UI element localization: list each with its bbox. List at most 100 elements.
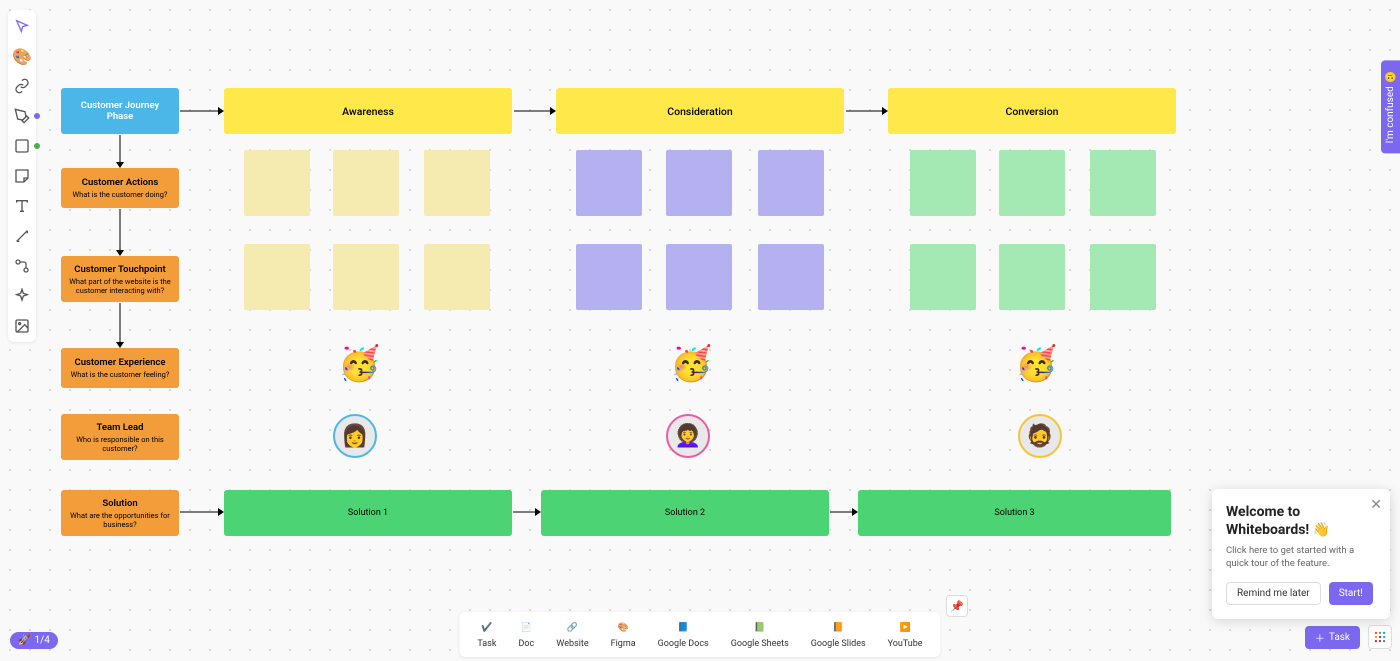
row-touchpoint-box[interactable]: Customer Touchpoint What part of the web… (61, 256, 179, 302)
row-experience-title: Customer Experience (75, 357, 166, 368)
row-experience-sub: What is the customer feeling? (71, 370, 170, 379)
doc-icon: 📄 (518, 620, 534, 636)
row-teamlead-sub: Who is responsible on this customer? (67, 435, 173, 453)
connector-tool[interactable] (12, 226, 32, 246)
apps-grid-button[interactable] (1368, 625, 1392, 649)
row-actions-title: Customer Actions (82, 177, 159, 188)
note[interactable] (910, 150, 976, 216)
arrow-down-icon (114, 135, 126, 168)
arrow-right-icon (180, 506, 224, 518)
close-icon[interactable]: ✕ (1370, 497, 1382, 513)
note[interactable] (666, 244, 732, 310)
note[interactable] (666, 150, 732, 216)
row-touchpoint-title: Customer Touchpoint (74, 264, 166, 275)
create-task-button[interactable]: ＋ Task (1305, 626, 1360, 649)
note[interactable] (576, 150, 642, 216)
note[interactable] (333, 244, 399, 310)
emoji-consideration[interactable]: 🥳 (670, 344, 712, 384)
note[interactable] (1090, 244, 1156, 310)
phase-awareness-box[interactable]: Awareness (224, 88, 512, 134)
note[interactable] (1090, 150, 1156, 216)
solution2-box[interactable]: Solution 2 (541, 490, 829, 536)
solution2-label: Solution 2 (665, 508, 705, 518)
phase-consideration-label: Consideration (667, 105, 732, 118)
image-tool[interactable] (12, 316, 32, 336)
popup-body: Click here to get started with a quick t… (1226, 545, 1376, 570)
shape-tool[interactable] (12, 136, 32, 156)
arrow-down-icon (114, 209, 126, 256)
dock-label: Doc (519, 639, 535, 649)
pin-button[interactable]: 📌 (946, 595, 968, 617)
plus-icon: ＋ (1315, 630, 1325, 645)
phase-conversion-label: Conversion (1005, 105, 1058, 118)
arrow-right-icon (514, 105, 556, 117)
note[interactable] (244, 150, 310, 216)
emoji-conversion[interactable]: 🥳 (1015, 344, 1057, 384)
pin-icon: 📌 (950, 600, 964, 613)
component-tool[interactable] (12, 256, 32, 276)
youtube-icon: ▶️ (897, 620, 913, 636)
gslides-icon: 📙 (830, 620, 846, 636)
row-actions-sub: What is the customer doing? (73, 190, 168, 199)
grid-icon (1373, 630, 1387, 644)
note[interactable] (244, 244, 310, 310)
row-actions-box[interactable]: Customer Actions What is the customer do… (61, 168, 179, 208)
gdocs-icon: 📘 (675, 620, 691, 636)
solution1-label: Solution 1 (348, 508, 388, 518)
header-phase-label: Customer Journey Phase (67, 100, 173, 122)
dock-label: Google Docs (658, 639, 709, 649)
avatar-awareness[interactable]: 👩 (333, 414, 377, 458)
dock-doc[interactable]: 📄 Doc (518, 620, 534, 649)
rocket-icon: 🚀 (18, 635, 30, 646)
note[interactable] (910, 244, 976, 310)
phase-awareness-label: Awareness (342, 105, 394, 118)
palette-tool[interactable]: 🎨 (12, 46, 32, 66)
avatar-conversion[interactable]: 🧔 (1018, 414, 1062, 458)
header-phase-box[interactable]: Customer Journey Phase (61, 88, 179, 134)
avatar-consideration[interactable]: 👩‍🦱 (666, 414, 710, 458)
welcome-popup: ✕ Welcome to Whiteboards! 👋 Click here t… (1212, 489, 1390, 619)
solution1-box[interactable]: Solution 1 (224, 490, 512, 536)
emoji-awareness[interactable]: 🥳 (338, 344, 380, 384)
pen-tool[interactable] (12, 106, 32, 126)
row-solution-box[interactable]: Solution What are the opportunities for … (61, 490, 179, 536)
note[interactable] (576, 244, 642, 310)
pointer-tool[interactable] (12, 16, 32, 36)
text-tool[interactable] (12, 196, 32, 216)
solution3-label: Solution 3 (994, 508, 1034, 518)
dock-website[interactable]: 🔗Website (556, 620, 588, 649)
feedback-tab[interactable]: I'm confused 😕 (1381, 60, 1400, 153)
arrow-right-icon (513, 506, 541, 518)
note[interactable] (758, 150, 824, 216)
ai-tool[interactable] (12, 286, 32, 306)
dock-gdocs[interactable]: 📘 Google Docs (658, 620, 709, 649)
progress-pill[interactable]: 🚀 1/4 (10, 632, 58, 649)
row-teamlead-box[interactable]: Team Lead Who is responsible on this cus… (61, 414, 179, 460)
link-tool[interactable] (12, 76, 32, 96)
bottom-dock: ✔️Task 📄 Doc 🔗Website 🎨Figma 📘 Google Docs… (459, 612, 940, 657)
note[interactable] (424, 244, 490, 310)
sticky-tool[interactable] (12, 166, 32, 186)
solution3-box[interactable]: Solution 3 (858, 490, 1171, 536)
dock-figma[interactable]: 🎨Figma (611, 620, 636, 649)
link-icon: 🔗 (565, 620, 581, 636)
dock-youtube[interactable]: ▶️YouTube (888, 620, 923, 649)
row-teamlead-title: Team Lead (97, 422, 144, 433)
start-tour-button[interactable]: Start! (1329, 582, 1373, 605)
popup-title: Welcome to Whiteboards! 👋 (1226, 503, 1376, 539)
dock-gslides[interactable]: 📙Google Slides (811, 620, 866, 649)
remind-later-button[interactable]: Remind me later (1226, 582, 1321, 605)
note[interactable] (333, 150, 399, 216)
phase-consideration-box[interactable]: Consideration (556, 88, 844, 134)
task-icon: ✔️ (479, 620, 495, 636)
note[interactable] (758, 244, 824, 310)
row-touchpoint-sub: What part of the website is the customer… (67, 277, 173, 295)
note[interactable] (424, 150, 490, 216)
dock-task[interactable]: ✔️Task (477, 620, 496, 649)
dock-gsheets[interactable]: 📗Google Sheets (731, 620, 789, 649)
whiteboard-canvas[interactable]: Customer Journey Phase Customer Actions … (0, 0, 1400, 661)
row-experience-box[interactable]: Customer Experience What is the customer… (61, 348, 179, 388)
note[interactable] (999, 244, 1065, 310)
note[interactable] (999, 150, 1065, 216)
phase-conversion-box[interactable]: Conversion (888, 88, 1176, 134)
